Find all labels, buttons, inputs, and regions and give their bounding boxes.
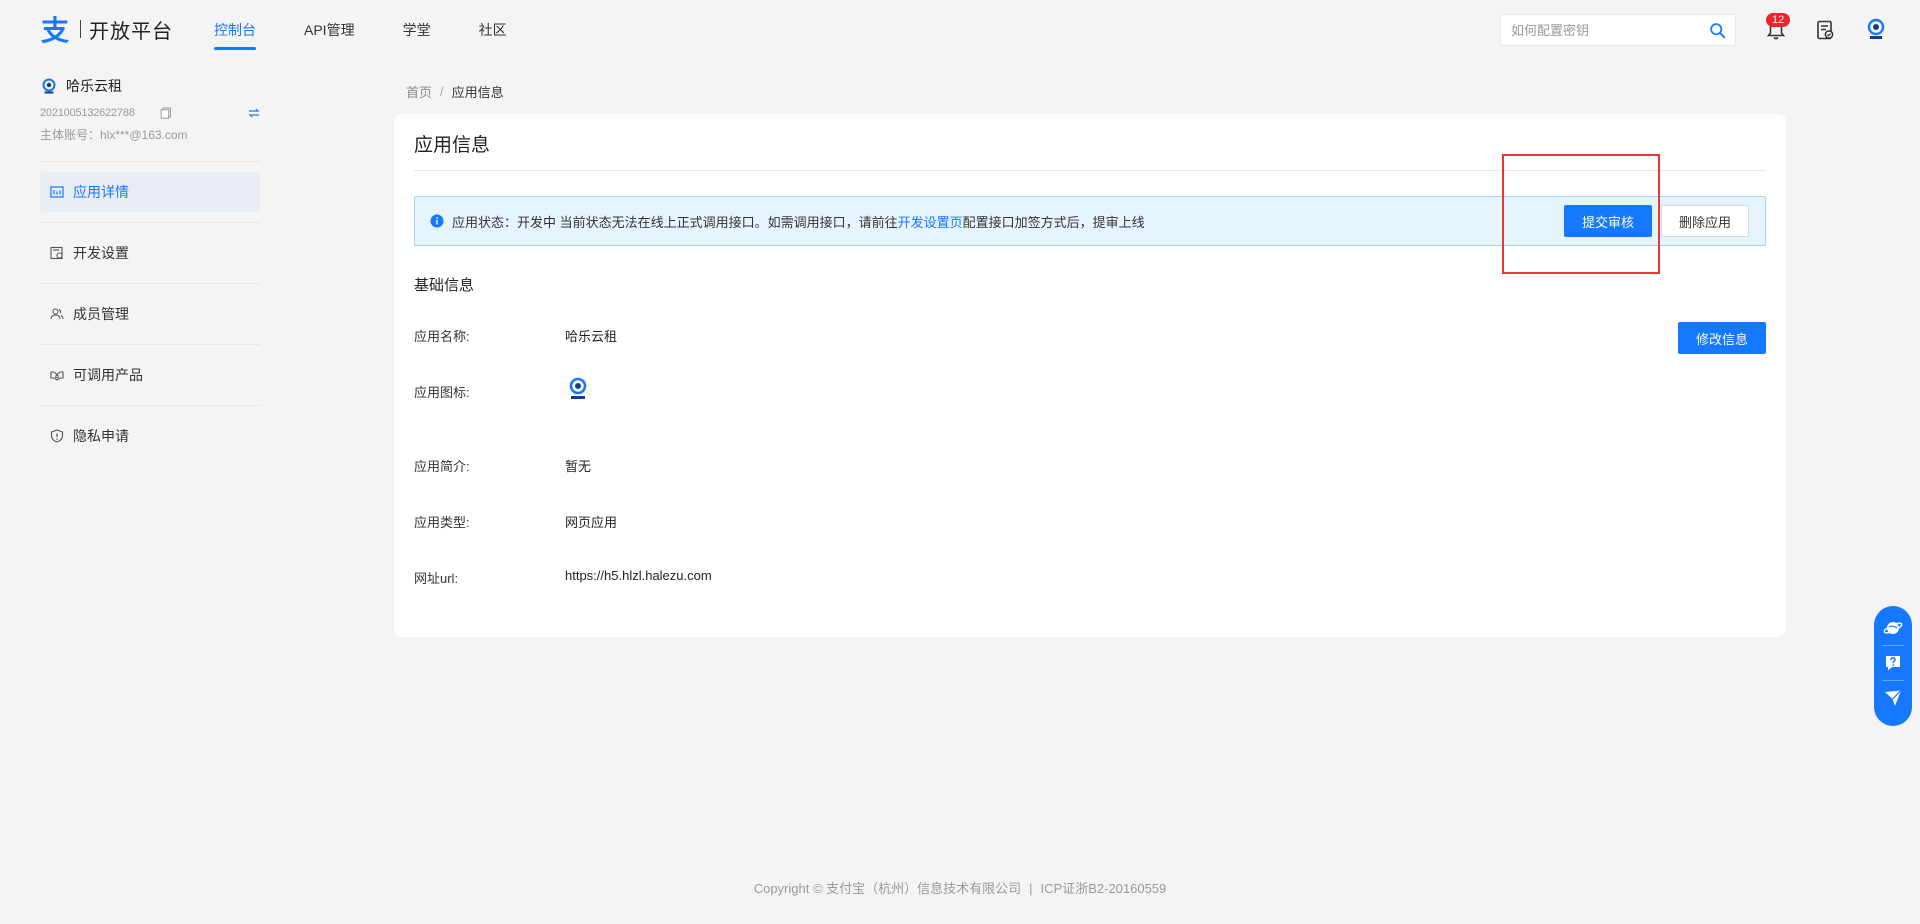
sidebar-item-dev-settings[interactable]: 开发设置 <box>40 233 260 284</box>
logo-divider <box>80 20 81 38</box>
breadcrumb-current: 应用信息 <box>451 85 504 100</box>
switch-app-icon[interactable] <box>248 107 260 119</box>
field-app-type: 应用类型: 网页应用 <box>414 512 617 531</box>
dev-settings-icon <box>50 246 63 260</box>
field-label: 应用简介: <box>414 459 470 474</box>
products-icon <box>50 371 64 381</box>
title-divider <box>414 170 1766 171</box>
sidebar-item-label: 开发设置 <box>73 245 129 261</box>
breadcrumb: 首页 / 应用信息 <box>406 82 504 101</box>
sidebar-item-label: 可调用产品 <box>73 367 143 383</box>
field-app-icon: 应用图标: <box>414 377 591 402</box>
page-title: 应用信息 <box>414 135 491 156</box>
search-box <box>1500 14 1736 46</box>
footer-copyright: Copyright © 支付宝（杭州）信息技术有限公司 <box>753 881 1022 896</box>
notification-badge: 12 <box>1766 13 1791 27</box>
account-info: 主体账号：hlx***@163.com <box>40 128 188 142</box>
field-value: 哈乐云租 <box>565 329 618 344</box>
sidebar-item-privacy[interactable]: 隐私申请 <box>40 416 260 456</box>
delete-app-button[interactable]: 删除应用 <box>1661 205 1749 237</box>
field-app-intro: 应用简介: 暂无 <box>414 456 591 475</box>
sidebar-item-products[interactable]: 可调用产品 <box>40 355 260 406</box>
app-icon-image <box>569 377 587 399</box>
floating-help-bar <box>1874 606 1912 726</box>
alipay-logo[interactable]: 支 开放平台 <box>40 13 173 45</box>
sidebar: 哈乐云租 2021005132622788 主体账号：hlx***@163.co… <box>40 72 260 477</box>
sidebar-menu: 应用详情 开发设置 成员管理 可调用产品 隐私申请 <box>40 172 260 456</box>
footer-icp[interactable]: ICP证浙B2-20160559 <box>1041 881 1167 896</box>
app-header: 哈乐云租 <box>40 72 260 100</box>
field-label: 应用类型: <box>414 515 470 530</box>
alert-prefix: 应用状态：开发中 当前状态无法在线上正式调用接口。如需调用接口，请前往 <box>452 214 898 230</box>
app-id: 2021005132622788 <box>40 107 135 119</box>
float-bar-divider <box>1882 645 1904 646</box>
document-check-icon[interactable] <box>1814 19 1836 41</box>
nav-console[interactable]: 控制台 <box>214 0 256 60</box>
feedback-send-icon[interactable] <box>1883 688 1903 708</box>
main-nav: 控制台 API管理 学堂 社区 <box>214 0 555 60</box>
search-input[interactable] <box>1501 15 1691 45</box>
sidebar-item-label: 隐私申请 <box>73 428 129 444</box>
logo-text: 开放平台 <box>89 20 173 43</box>
sidebar-item-label: 成员管理 <box>73 306 129 322</box>
copy-icon[interactable] <box>160 107 172 119</box>
breadcrumb-home[interactable]: 首页 <box>406 82 432 101</box>
members-icon <box>50 308 64 320</box>
field-value: https://h5.hlzl.halezu.com <box>565 568 712 583</box>
field-value: 暂无 <box>565 459 592 474</box>
nav-api-management[interactable]: API管理 <box>304 0 355 60</box>
svg-text:支: 支 <box>41 14 69 45</box>
submit-review-button[interactable]: 提交审核 <box>1564 205 1652 237</box>
field-url: 网址url: https://h5.hlzl.halezu.com <box>414 568 712 587</box>
planet-icon[interactable] <box>1883 618 1903 638</box>
edit-info-button[interactable]: 修改信息 <box>1678 322 1766 354</box>
basic-info-title: 基础信息 <box>414 277 475 294</box>
info-icon <box>430 214 444 228</box>
alipay-logo-icon: 支 <box>41 14 69 45</box>
app-detail-icon <box>50 186 64 198</box>
footer: Copyright © 支付宝（杭州）信息技术有限公司 | ICP证浙B2-2016… <box>0 878 1920 897</box>
field-label: 应用图标: <box>414 385 470 400</box>
privacy-shield-icon <box>50 429 64 443</box>
user-avatar-icon[interactable] <box>1864 17 1888 41</box>
nav-academy[interactable]: 学堂 <box>403 0 431 60</box>
dev-settings-link[interactable]: 开发设置页 <box>898 215 963 230</box>
alert-text: 应用状态：开发中 当前状态无法在线上正式调用接口。如需调用接口，请前往开发设置页… <box>452 212 1145 231</box>
breadcrumb-separator: / <box>440 84 444 99</box>
float-bar-divider <box>1882 680 1904 681</box>
search-icon[interactable] <box>1709 22 1726 39</box>
nav-community[interactable]: 社区 <box>479 0 507 60</box>
alert-suffix: 配置接口加签方式后，提审上线 <box>962 214 1145 230</box>
top-navigation-bar: 支 开放平台 控制台 API管理 学堂 社区 12 <box>0 0 1920 60</box>
sidebar-item-label: 应用详情 <box>73 184 129 200</box>
sidebar-item-app-detail[interactable]: 应用详情 <box>40 172 260 223</box>
app-info-card: 应用信息 应用状态：开发中 当前状态无法在线上正式调用接口。如需调用接口，请前往… <box>394 114 1786 637</box>
sidebar-item-members[interactable]: 成员管理 <box>40 294 260 345</box>
app-id-row: 2021005132622788 <box>40 104 260 122</box>
field-label: 网址url: <box>414 571 459 586</box>
field-value: 网页应用 <box>565 515 618 530</box>
field-label: 应用名称: <box>414 329 470 344</box>
app-logo-icon <box>42 78 56 94</box>
help-question-icon[interactable] <box>1883 653 1903 673</box>
sidebar-divider <box>40 161 260 162</box>
app-name: 哈乐云租 <box>66 78 122 94</box>
footer-separator: | <box>1029 881 1033 896</box>
field-app-name: 应用名称: 哈乐云租 <box>414 326 617 345</box>
